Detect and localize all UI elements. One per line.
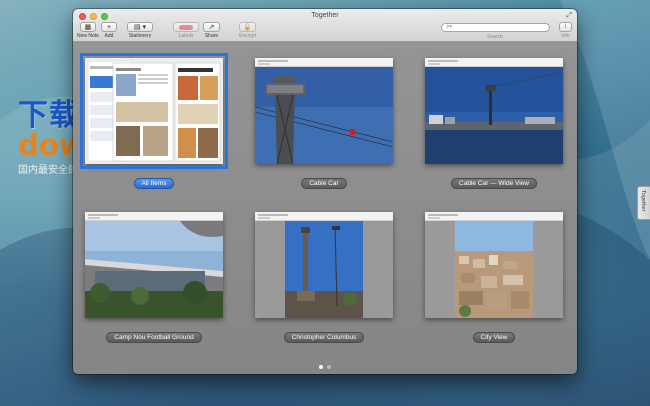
together-side-tab[interactable]: Together bbox=[637, 186, 650, 220]
item-caption[interactable]: Cable Car — Wide View bbox=[451, 178, 537, 189]
toolbar: Together ⤢ ▦ New Note + Add ▤ ▾ Statione… bbox=[73, 9, 577, 42]
share-label: Share bbox=[204, 33, 219, 39]
thumbnail[interactable] bbox=[425, 58, 563, 164]
note-window-chrome bbox=[425, 212, 563, 221]
note-window-chrome bbox=[255, 58, 393, 67]
labels-label: Labels bbox=[178, 33, 194, 39]
cable-car-photo bbox=[255, 67, 393, 164]
item-caption[interactable]: All Items bbox=[133, 178, 175, 189]
page-dot-1[interactable] bbox=[319, 365, 323, 369]
thumbnail[interactable] bbox=[255, 212, 393, 318]
labels-icon bbox=[173, 22, 199, 32]
stationery-icon: ▤ ▾ bbox=[127, 22, 153, 32]
all-items-preview bbox=[85, 58, 223, 164]
item-cable-car-wide-view[interactable]: Cable Car — Wide View bbox=[425, 58, 563, 190]
thumbnail[interactable] bbox=[255, 58, 393, 164]
note-window-chrome bbox=[425, 58, 563, 67]
page-dot-2[interactable] bbox=[327, 365, 331, 369]
item-caption[interactable]: Camp Nou Football Ground bbox=[106, 332, 202, 343]
search-icon: ⌕▾ bbox=[446, 24, 452, 30]
item-camp-nou[interactable]: Camp Nou Football Ground bbox=[85, 212, 223, 344]
add-button[interactable]: + Add bbox=[101, 22, 117, 39]
new-note-button[interactable]: ▦ New Note bbox=[77, 22, 99, 39]
item-christopher-columbus[interactable]: Christopher Columbus bbox=[255, 212, 393, 344]
columbus-monument-photo bbox=[255, 221, 393, 318]
stationery-label: Stationery bbox=[128, 33, 152, 39]
info-button[interactable]: i Info bbox=[559, 22, 572, 39]
thumbnail[interactable] bbox=[85, 212, 223, 318]
new-note-icon: ▦ bbox=[79, 22, 96, 32]
city-view-photo bbox=[425, 221, 563, 318]
search-label: Search bbox=[487, 34, 503, 40]
item-caption[interactable]: Cable Car bbox=[301, 178, 347, 189]
harbor-photo bbox=[425, 67, 563, 164]
item-all-items[interactable]: All Items bbox=[80, 53, 228, 190]
info-label: Info bbox=[561, 33, 570, 39]
lock-icon: 🔒 bbox=[239, 22, 256, 32]
add-label: Add bbox=[104, 33, 114, 39]
app-window: Together ⤢ ▦ New Note + Add ▤ ▾ Statione… bbox=[73, 9, 577, 374]
encrypt-label: Encrypt bbox=[239, 33, 256, 39]
note-window-chrome bbox=[85, 212, 223, 221]
new-note-label: New Note bbox=[77, 33, 99, 39]
thumbnail[interactable] bbox=[80, 53, 228, 169]
encrypt-button[interactable]: 🔒 Encrypt bbox=[239, 22, 256, 39]
item-city-view[interactable]: City View bbox=[425, 212, 563, 344]
share-icon: ↗ bbox=[203, 22, 220, 32]
stadium-photo bbox=[85, 221, 223, 318]
side-tab-label: Together bbox=[640, 190, 646, 212]
thumbnail[interactable] bbox=[425, 212, 563, 318]
labels-button[interactable]: Labels bbox=[173, 22, 199, 39]
window-title: Together bbox=[311, 12, 339, 19]
page-indicator bbox=[73, 365, 577, 369]
desktop: { "window": { "title": "Together" }, "to… bbox=[0, 0, 650, 406]
plus-icon: + bbox=[101, 22, 117, 32]
share-button[interactable]: ↗ Share bbox=[203, 22, 220, 39]
search-input[interactable]: ⌕▾ bbox=[441, 23, 550, 32]
items-grid: All Items Cable Car Cable Car — Wide Vie… bbox=[73, 42, 577, 374]
item-caption[interactable]: Christopher Columbus bbox=[283, 332, 365, 343]
info-icon: i bbox=[559, 22, 572, 32]
item-cable-car[interactable]: Cable Car bbox=[255, 58, 393, 190]
fullscreen-icon[interactable]: ⤢ bbox=[566, 12, 572, 20]
item-caption[interactable]: City View bbox=[472, 332, 516, 343]
stationery-button[interactable]: ▤ ▾ Stationery bbox=[127, 22, 153, 39]
note-window-chrome bbox=[255, 212, 393, 221]
